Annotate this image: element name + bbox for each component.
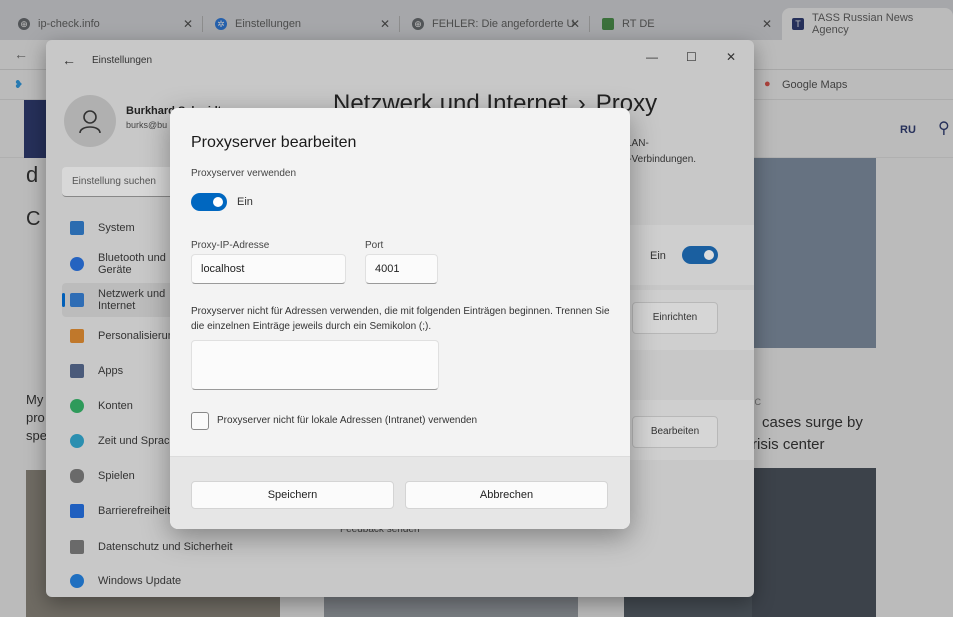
cancel-button[interactable]: Abbrechen bbox=[405, 481, 608, 509]
close-icon[interactable]: ✕ bbox=[726, 50, 736, 64]
back-arrow-icon[interactable]: ← bbox=[62, 52, 76, 68]
proxy-ip-input[interactable] bbox=[191, 254, 346, 284]
nav-item-apps[interactable]: Apps bbox=[62, 354, 182, 388]
wifi-icon bbox=[70, 293, 84, 307]
nav-item-accounts[interactable]: Konten bbox=[62, 389, 182, 423]
avatar[interactable] bbox=[64, 95, 116, 147]
use-proxy-toggle[interactable] bbox=[191, 193, 227, 211]
exceptions-description: Proxyserver nicht für Adressen verwenden… bbox=[191, 306, 610, 332]
auto-detect-toggle-label: Ein bbox=[650, 250, 666, 262]
nav-item-bluetooth[interactable]: Bluetooth und Geräte bbox=[62, 247, 182, 281]
window-title: Einstellungen bbox=[92, 55, 153, 66]
apps-icon bbox=[70, 364, 84, 378]
maximize-icon[interactable]: ☐ bbox=[686, 50, 697, 64]
auto-detect-toggle[interactable] bbox=[682, 246, 718, 264]
exceptions-input[interactable] bbox=[191, 340, 439, 390]
setup-button[interactable]: Einrichten bbox=[632, 302, 718, 334]
user-icon bbox=[79, 110, 101, 134]
brush-icon bbox=[70, 329, 84, 343]
dialog-title: Proxyserver bearbeiten bbox=[191, 134, 357, 151]
nav-item-gaming[interactable]: Spielen bbox=[62, 459, 182, 493]
proxy-ip-label: Proxy-IP-Adresse bbox=[191, 240, 270, 251]
local-addresses-checkbox[interactable] bbox=[191, 412, 209, 430]
nav-item-system[interactable]: System bbox=[62, 211, 182, 245]
monitor-icon bbox=[70, 221, 84, 235]
person-icon bbox=[70, 399, 84, 413]
local-addresses-label: Proxyserver nicht für lokale Adressen (I… bbox=[217, 415, 478, 426]
nav-item-time-language[interactable]: Zeit und Sprache bbox=[62, 424, 182, 458]
minimize-icon[interactable]: — bbox=[646, 50, 658, 64]
settings-search-input[interactable]: Einstellung suchen bbox=[62, 167, 182, 197]
settings-titlebar: ← Einstellungen — ☐ ✕ bbox=[46, 40, 754, 80]
proxy-edit-dialog: Proxyserver bearbeiten Proxyserver verwe… bbox=[170, 108, 630, 529]
nav-item-network[interactable]: Netzwerk und Internet bbox=[62, 283, 182, 317]
nav-item-accessibility[interactable]: Barrierefreiheit bbox=[62, 494, 182, 528]
globe-clock-icon bbox=[70, 434, 84, 448]
nav-item-privacy[interactable]: Datenschutz und Sicherheit bbox=[62, 530, 282, 564]
nav-item-personalization[interactable]: Personalisierung bbox=[62, 319, 182, 353]
page-description: LAN- i-Verbindungen. bbox=[626, 138, 697, 165]
port-input[interactable] bbox=[365, 254, 438, 284]
dialog-footer: Speichern Abbrechen bbox=[170, 456, 630, 529]
bluetooth-icon bbox=[70, 257, 84, 271]
port-label: Port bbox=[365, 240, 384, 251]
accessibility-icon bbox=[70, 504, 84, 518]
edit-button[interactable]: Bearbeiten bbox=[632, 416, 718, 448]
user-email: burks@bu bbox=[126, 120, 168, 130]
use-proxy-label: Proxyserver verwenden bbox=[191, 168, 297, 179]
gamepad-icon bbox=[70, 469, 84, 483]
save-button[interactable]: Speichern bbox=[191, 481, 394, 509]
shield-icon bbox=[70, 540, 84, 554]
nav-item-windows-update[interactable]: Windows Update bbox=[62, 564, 282, 597]
toggle-state-label: Ein bbox=[237, 196, 253, 208]
update-icon bbox=[70, 574, 84, 588]
